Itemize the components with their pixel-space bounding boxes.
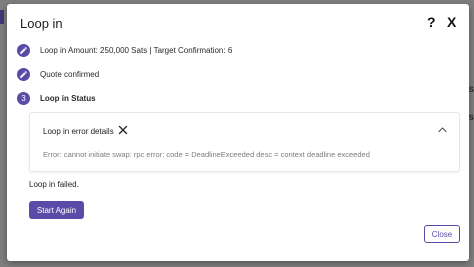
step-amount[interactable]: Loop in Amount: 250,000 Sats | Target Co… [17, 44, 232, 57]
error-details-title[interactable]: Loop in error details [43, 127, 114, 136]
background-accent [0, 10, 4, 24]
step-label: Loop in Status [40, 94, 96, 103]
pencil-icon [17, 68, 30, 81]
step-number: 3 [21, 93, 26, 103]
pencil-icon [17, 44, 30, 57]
step-label: Quote confirmed [40, 70, 100, 79]
step-status: 3 Loop in Status [17, 92, 96, 105]
loop-in-dialog: Loop in ? X Loop in Amount: 250,000 Sats… [7, 4, 469, 261]
step-label: Loop in Amount: 250,000 Sats | Target Co… [40, 46, 233, 55]
close-icon[interactable] [118, 125, 128, 135]
dialog-title: Loop in [20, 16, 63, 31]
error-message: Error: cannot initiate swap: rpc error: … [43, 150, 370, 159]
status-text: Loop in failed. [29, 180, 79, 189]
step-quote[interactable]: Quote confirmed [17, 68, 99, 81]
step-number-badge: 3 [17, 92, 30, 105]
close-dialog-button[interactable]: X [447, 14, 456, 30]
help-button[interactable]: ? [427, 14, 436, 30]
close-button[interactable]: Close [424, 225, 460, 243]
error-details-panel: Loop in error details Error: cannot init… [29, 112, 460, 172]
start-again-button[interactable]: Start Again [29, 201, 84, 219]
chevron-up-icon[interactable] [438, 126, 447, 133]
